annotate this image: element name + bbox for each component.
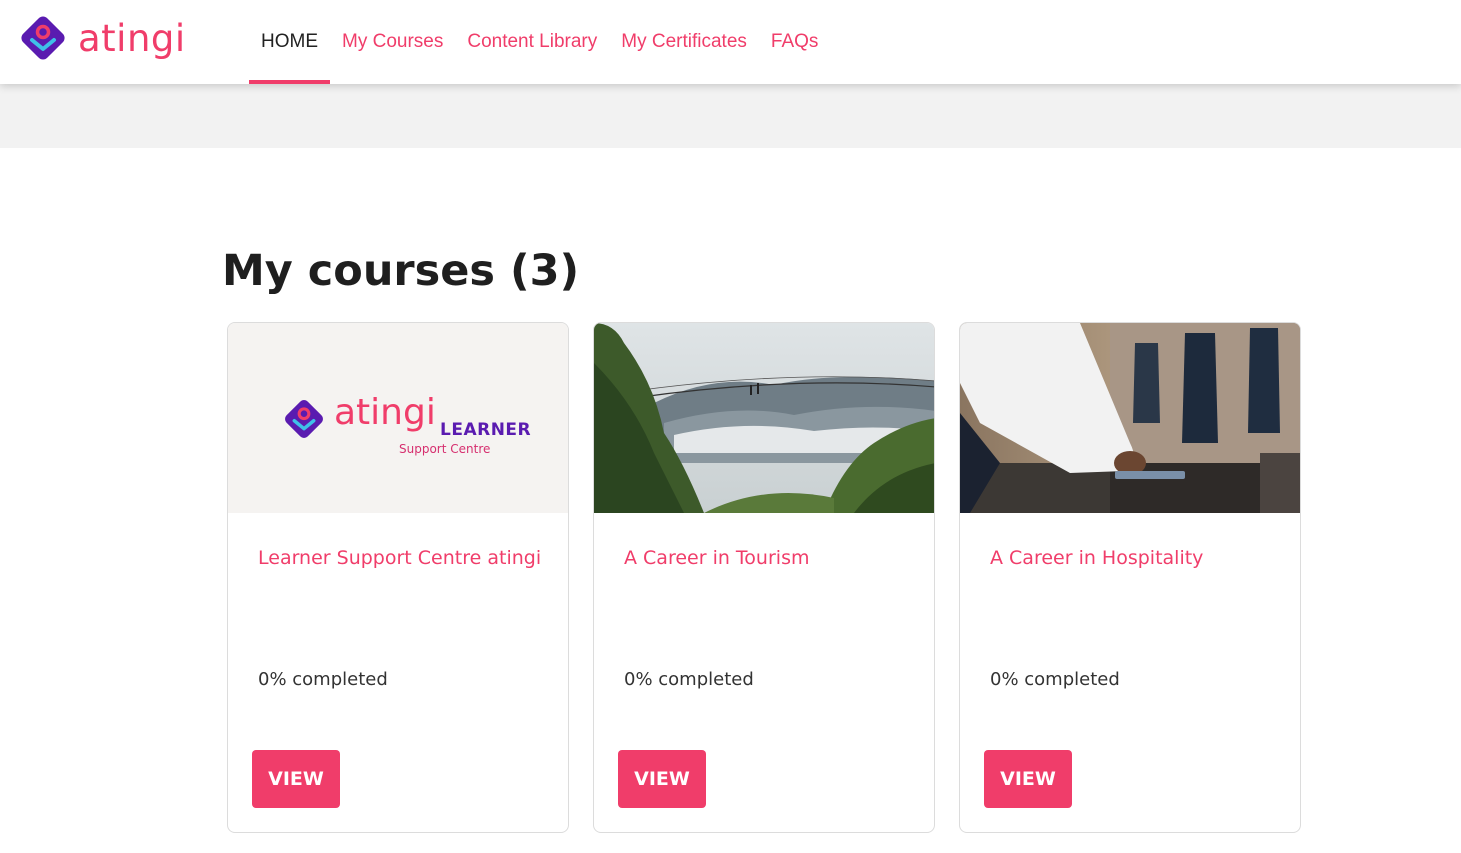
logo-support-text: Support Centre (399, 442, 491, 456)
course-image-hospitality[interactable] (960, 323, 1300, 513)
view-button[interactable]: VIEW (984, 750, 1072, 808)
course-progress: 0% completed (990, 669, 1120, 690)
logo-wordmark: atingi (334, 392, 436, 433)
header-subbar (0, 84, 1461, 148)
course-image-learner-support[interactable]: atingi LEARNER Support Centre (228, 323, 568, 513)
course-title[interactable]: Learner Support Centre atingi (258, 547, 541, 569)
atingi-logo[interactable]: atingi (18, 13, 198, 63)
page-title: My courses (3) (222, 246, 580, 296)
course-title[interactable]: A Career in Hospitality (990, 547, 1203, 569)
nav-content-library[interactable]: Content Library (455, 0, 609, 84)
course-card: A Career in Hospitality 0% completed VIE… (959, 322, 1301, 833)
forest-canopy-photo (594, 323, 934, 513)
course-card: atingi LEARNER Support Centre Learner Su… (227, 322, 569, 833)
main-nav: HOME My Courses Content Library My Certi… (249, 0, 830, 84)
nav-home[interactable]: HOME (249, 0, 330, 84)
course-title[interactable]: A Career in Tourism (624, 547, 809, 569)
logo-wordmark: atingi (78, 16, 186, 60)
view-button[interactable]: VIEW (618, 750, 706, 808)
course-image-tourism[interactable] (594, 323, 934, 513)
view-button[interactable]: VIEW (252, 750, 340, 808)
course-list: atingi LEARNER Support Centre Learner Su… (227, 322, 1301, 833)
nav-my-courses[interactable]: My Courses (330, 0, 455, 84)
nav-faqs[interactable]: FAQs (759, 0, 831, 84)
course-progress: 0% completed (624, 669, 754, 690)
hospitality-photo (960, 323, 1300, 513)
atingi-diamond-icon (285, 400, 323, 438)
course-card: A Career in Tourism 0% completed VIEW (593, 322, 935, 833)
top-header: atingi HOME My Courses Content Library M… (0, 0, 1461, 84)
atingi-diamond-icon (21, 16, 65, 60)
course-progress: 0% completed (258, 669, 388, 690)
nav-my-certificates[interactable]: My Certificates (609, 0, 759, 84)
logo-learner-text: LEARNER (440, 420, 532, 440)
learner-support-logo: atingi LEARNER Support Centre (282, 395, 532, 465)
